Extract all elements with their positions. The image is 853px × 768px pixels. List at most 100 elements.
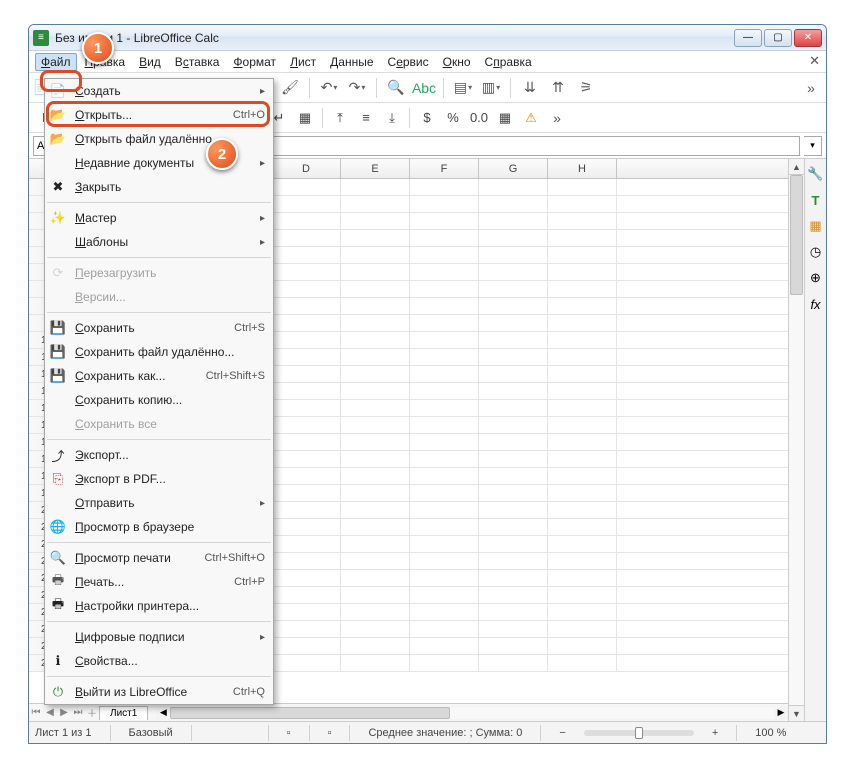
cell[interactable] — [410, 536, 479, 552]
cell[interactable] — [341, 638, 410, 654]
cell[interactable] — [548, 451, 617, 467]
cell[interactable] — [410, 383, 479, 399]
cell[interactable] — [479, 349, 548, 365]
menu-file[interactable]: Файл — [35, 53, 77, 71]
cell[interactable] — [341, 383, 410, 399]
menu-insert[interactable]: Вставка — [169, 53, 226, 71]
cell[interactable] — [548, 400, 617, 416]
cell[interactable] — [479, 604, 548, 620]
sidebar-styles-icon[interactable]: ▦ — [807, 217, 825, 235]
menu-data[interactable]: Данные — [324, 53, 379, 71]
tab-add[interactable]: ＋ — [85, 705, 99, 720]
cell[interactable] — [410, 213, 479, 229]
cell[interactable] — [410, 196, 479, 212]
cell[interactable] — [272, 655, 341, 671]
cell[interactable] — [479, 434, 548, 450]
format-paintbrush-button[interactable]: 🖌 — [279, 77, 301, 99]
cell[interactable] — [341, 230, 410, 246]
cell[interactable] — [272, 315, 341, 331]
cell[interactable] — [410, 519, 479, 535]
file-menu-item[interactable]: ✖Закрыть — [45, 175, 273, 199]
cell[interactable] — [410, 587, 479, 603]
autofilter-button[interactable]: ⚞ — [575, 77, 597, 99]
cell[interactable] — [272, 536, 341, 552]
cell[interactable] — [410, 434, 479, 450]
find-button[interactable]: 🔍 — [385, 77, 407, 99]
cell[interactable] — [272, 196, 341, 212]
cell[interactable] — [479, 485, 548, 501]
cell[interactable] — [479, 383, 548, 399]
cell[interactable] — [479, 196, 548, 212]
cell[interactable] — [341, 536, 410, 552]
cell[interactable] — [341, 519, 410, 535]
cell[interactable] — [272, 298, 341, 314]
cell[interactable] — [548, 213, 617, 229]
cell[interactable] — [341, 502, 410, 518]
vertical-scrollbar[interactable]: ▲▼ — [788, 159, 804, 721]
formula-input[interactable] — [201, 136, 800, 156]
valign-top-button[interactable]: ⤒ — [329, 107, 351, 129]
file-menu-item[interactable]: 🔍Просмотр печатиCtrl+Shift+O — [45, 546, 273, 570]
merge-cells-button[interactable]: ▦ — [294, 107, 316, 129]
cell[interactable] — [410, 230, 479, 246]
cell[interactable] — [341, 468, 410, 484]
format-toolbar-overflow[interactable]: » — [546, 107, 568, 129]
cell[interactable] — [272, 230, 341, 246]
cell[interactable] — [341, 655, 410, 671]
cell[interactable] — [479, 621, 548, 637]
file-menu-item[interactable]: Шаблоны▸ — [45, 230, 273, 254]
percent-button[interactable]: % — [442, 107, 464, 129]
cell[interactable] — [479, 281, 548, 297]
cell[interactable] — [410, 638, 479, 654]
cell[interactable] — [479, 400, 548, 416]
file-menu-item[interactable]: 🖶Печать...Ctrl+P — [45, 570, 273, 594]
sort-desc-button[interactable]: ⇈ — [547, 77, 569, 99]
cell[interactable] — [341, 366, 410, 382]
cell[interactable] — [548, 349, 617, 365]
cell[interactable] — [548, 281, 617, 297]
file-menu-item[interactable]: ⏻Выйти из LibreOfficeCtrl+Q — [45, 680, 273, 704]
cell[interactable] — [410, 247, 479, 263]
menu-help[interactable]: Справка — [479, 53, 538, 71]
cell[interactable] — [341, 349, 410, 365]
toolbar-overflow[interactable]: » — [800, 77, 822, 99]
redo-button[interactable]: ↷ — [346, 77, 368, 99]
cell[interactable] — [272, 417, 341, 433]
cell[interactable] — [548, 638, 617, 654]
cell[interactable] — [410, 281, 479, 297]
cell[interactable] — [548, 383, 617, 399]
cell[interactable] — [272, 485, 341, 501]
cell[interactable] — [548, 655, 617, 671]
cell[interactable] — [410, 451, 479, 467]
close-document-button[interactable]: ✕ — [809, 53, 820, 69]
cell[interactable] — [272, 570, 341, 586]
sidebar-settings-icon[interactable]: 🔧 — [807, 165, 825, 183]
file-menu-item[interactable]: 💾Сохранить файл удалённо... — [45, 340, 273, 364]
cell[interactable] — [272, 247, 341, 263]
file-menu-item[interactable]: Цифровые подписи▸ — [45, 625, 273, 649]
file-menu-item[interactable]: Недавние документы▸ — [45, 151, 273, 175]
cell[interactable] — [479, 587, 548, 603]
cell[interactable] — [479, 315, 548, 331]
cell[interactable] — [479, 638, 548, 654]
cell[interactable] — [410, 400, 479, 416]
cell[interactable] — [479, 298, 548, 314]
cell[interactable] — [341, 400, 410, 416]
cell[interactable] — [548, 485, 617, 501]
zoom-slider[interactable] — [584, 730, 694, 736]
file-menu-item[interactable]: ✨Мастер▸ — [45, 206, 273, 230]
cell[interactable] — [341, 179, 410, 195]
status-selection-mode[interactable]: ▫ — [287, 727, 291, 739]
cell[interactable] — [479, 502, 548, 518]
cell[interactable] — [341, 485, 410, 501]
cell[interactable] — [548, 196, 617, 212]
sort-asc-button[interactable]: ⇊ — [519, 77, 541, 99]
column-header[interactable]: E — [341, 159, 410, 178]
cell[interactable] — [479, 451, 548, 467]
cell[interactable] — [341, 281, 410, 297]
file-menu-item[interactable]: 🌐Просмотр в браузере — [45, 515, 273, 539]
cell[interactable] — [341, 298, 410, 314]
cell[interactable] — [341, 264, 410, 280]
cell[interactable] — [479, 417, 548, 433]
cell[interactable] — [341, 315, 410, 331]
